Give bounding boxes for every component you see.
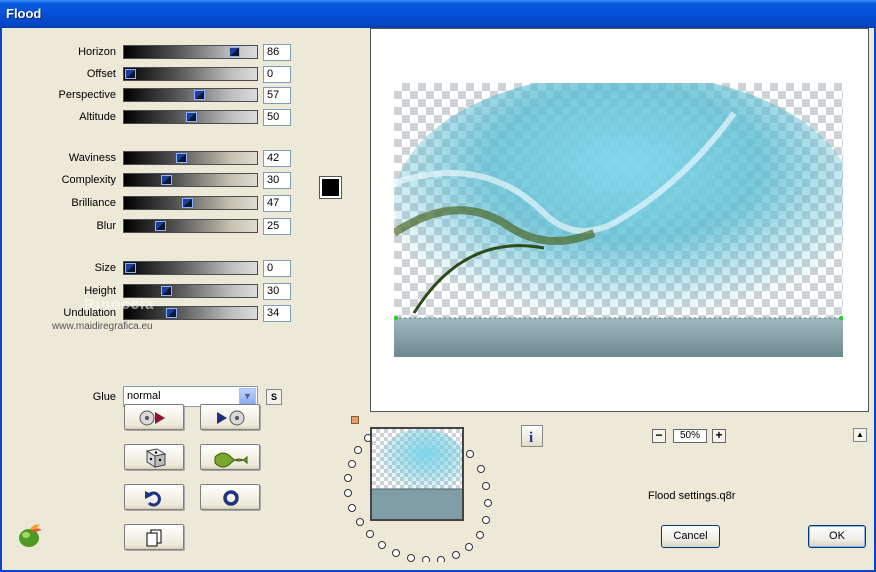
navigator-thumbnail[interactable] — [370, 427, 464, 521]
watermark-name: Rinoccia — [84, 296, 155, 313]
preview-panel[interactable] — [370, 28, 869, 412]
complexity-value-field[interactable]: 30 — [263, 172, 291, 189]
horizon-value-field[interactable]: 86 — [263, 44, 291, 61]
undo-button[interactable] — [124, 484, 184, 510]
waviness-slider[interactable] — [123, 151, 258, 165]
perspective-slider[interactable] — [123, 88, 258, 102]
offset-value-field[interactable]: 0 — [263, 66, 291, 83]
save-glue-button[interactable]: S — [266, 389, 282, 405]
cd-forward-button[interactable] — [200, 404, 260, 430]
cd-back-icon — [139, 410, 165, 426]
cancel-button[interactable]: Cancel — [661, 525, 720, 548]
slider-thumb[interactable] — [161, 175, 173, 185]
randomize-button[interactable] — [124, 444, 184, 470]
undulation-value-field[interactable]: 34 — [263, 305, 291, 322]
perspective-value-field[interactable]: 57 — [263, 87, 291, 104]
chevron-down-icon[interactable]: ▼ — [239, 388, 256, 405]
glue-selected-value: normal — [127, 390, 161, 402]
zoom-out-button[interactable]: − — [652, 429, 666, 443]
preview-image — [394, 83, 843, 357]
slider-thumb[interactable] — [155, 221, 167, 231]
complexity-slider[interactable] — [123, 173, 258, 187]
plugin-logo-icon — [19, 524, 42, 547]
copy-button[interactable] — [124, 524, 184, 550]
scroll-up-button[interactable]: ▲ — [853, 428, 867, 442]
cd-back-button[interactable] — [124, 404, 184, 430]
slider-thumb[interactable] — [166, 308, 178, 318]
slider-thumb[interactable] — [161, 286, 173, 296]
slider-thumb[interactable] — [185, 112, 197, 122]
param-label: Horizon — [78, 46, 116, 58]
svg-text:i: i — [529, 430, 533, 446]
slider-thumb[interactable] — [125, 263, 136, 273]
blur-value-field[interactable]: 25 — [263, 218, 291, 235]
height-value-field[interactable]: 30 — [263, 283, 291, 300]
zoom-level[interactable]: 50% — [673, 429, 707, 443]
offset-slider[interactable] — [123, 67, 258, 81]
flood-dialog: Flood Horizon 86 Offset 0 Perspective 57… — [0, 0, 876, 572]
ok-button[interactable]: OK — [808, 525, 866, 548]
slider-thumb[interactable] — [175, 153, 187, 163]
undo-icon — [145, 491, 161, 507]
wave-button[interactable] — [200, 444, 260, 470]
dice-icon — [145, 448, 167, 468]
param-label: Complexity — [61, 174, 116, 186]
dialog-body: Horizon 86 Offset 0 Perspective 57 Altit… — [0, 28, 876, 572]
size-value-field[interactable]: 0 — [263, 260, 291, 277]
param-label: Brilliance — [71, 197, 116, 209]
reset-icon — [223, 490, 239, 506]
size-slider[interactable] — [123, 261, 258, 275]
horizon-slider[interactable] — [123, 45, 258, 59]
param-label: Offset — [86, 68, 116, 80]
altitude-slider[interactable] — [123, 110, 258, 124]
waviness-value-field[interactable]: 42 — [263, 150, 291, 167]
slider-thumb[interactable] — [125, 69, 136, 79]
cd-forward-icon — [217, 410, 245, 426]
window-title: Flood — [0, 0, 876, 28]
param-label: Size — [94, 262, 116, 274]
slider-thumb[interactable] — [229, 47, 241, 57]
param-label: Perspective — [58, 89, 116, 101]
glue-label: Glue — [92, 391, 116, 403]
zoom-in-button[interactable]: + — [712, 429, 726, 443]
param-label: Altitude — [79, 111, 116, 123]
window-title-text: Flood — [6, 6, 42, 21]
copy-icon — [146, 529, 162, 547]
info-icon: i — [529, 430, 533, 446]
slider-thumb[interactable] — [181, 198, 193, 208]
altitude-value-field[interactable]: 50 — [263, 109, 291, 126]
brilliance-slider[interactable] — [123, 196, 258, 210]
blur-slider[interactable] — [123, 219, 258, 233]
wave-icon — [214, 452, 248, 468]
settings-filename: Flood settings.q8r — [648, 490, 736, 502]
brilliance-value-field[interactable]: 47 — [263, 195, 291, 212]
param-label: Blur — [96, 220, 116, 232]
watermark-url: www.maidiregrafica.eu — [52, 321, 153, 332]
info-button[interactable]: i — [521, 425, 543, 447]
param-label: Waviness — [68, 152, 116, 164]
slider-thumb[interactable] — [193, 90, 205, 100]
color-swatch[interactable] — [319, 176, 342, 199]
reset-button[interactable] — [200, 484, 260, 510]
